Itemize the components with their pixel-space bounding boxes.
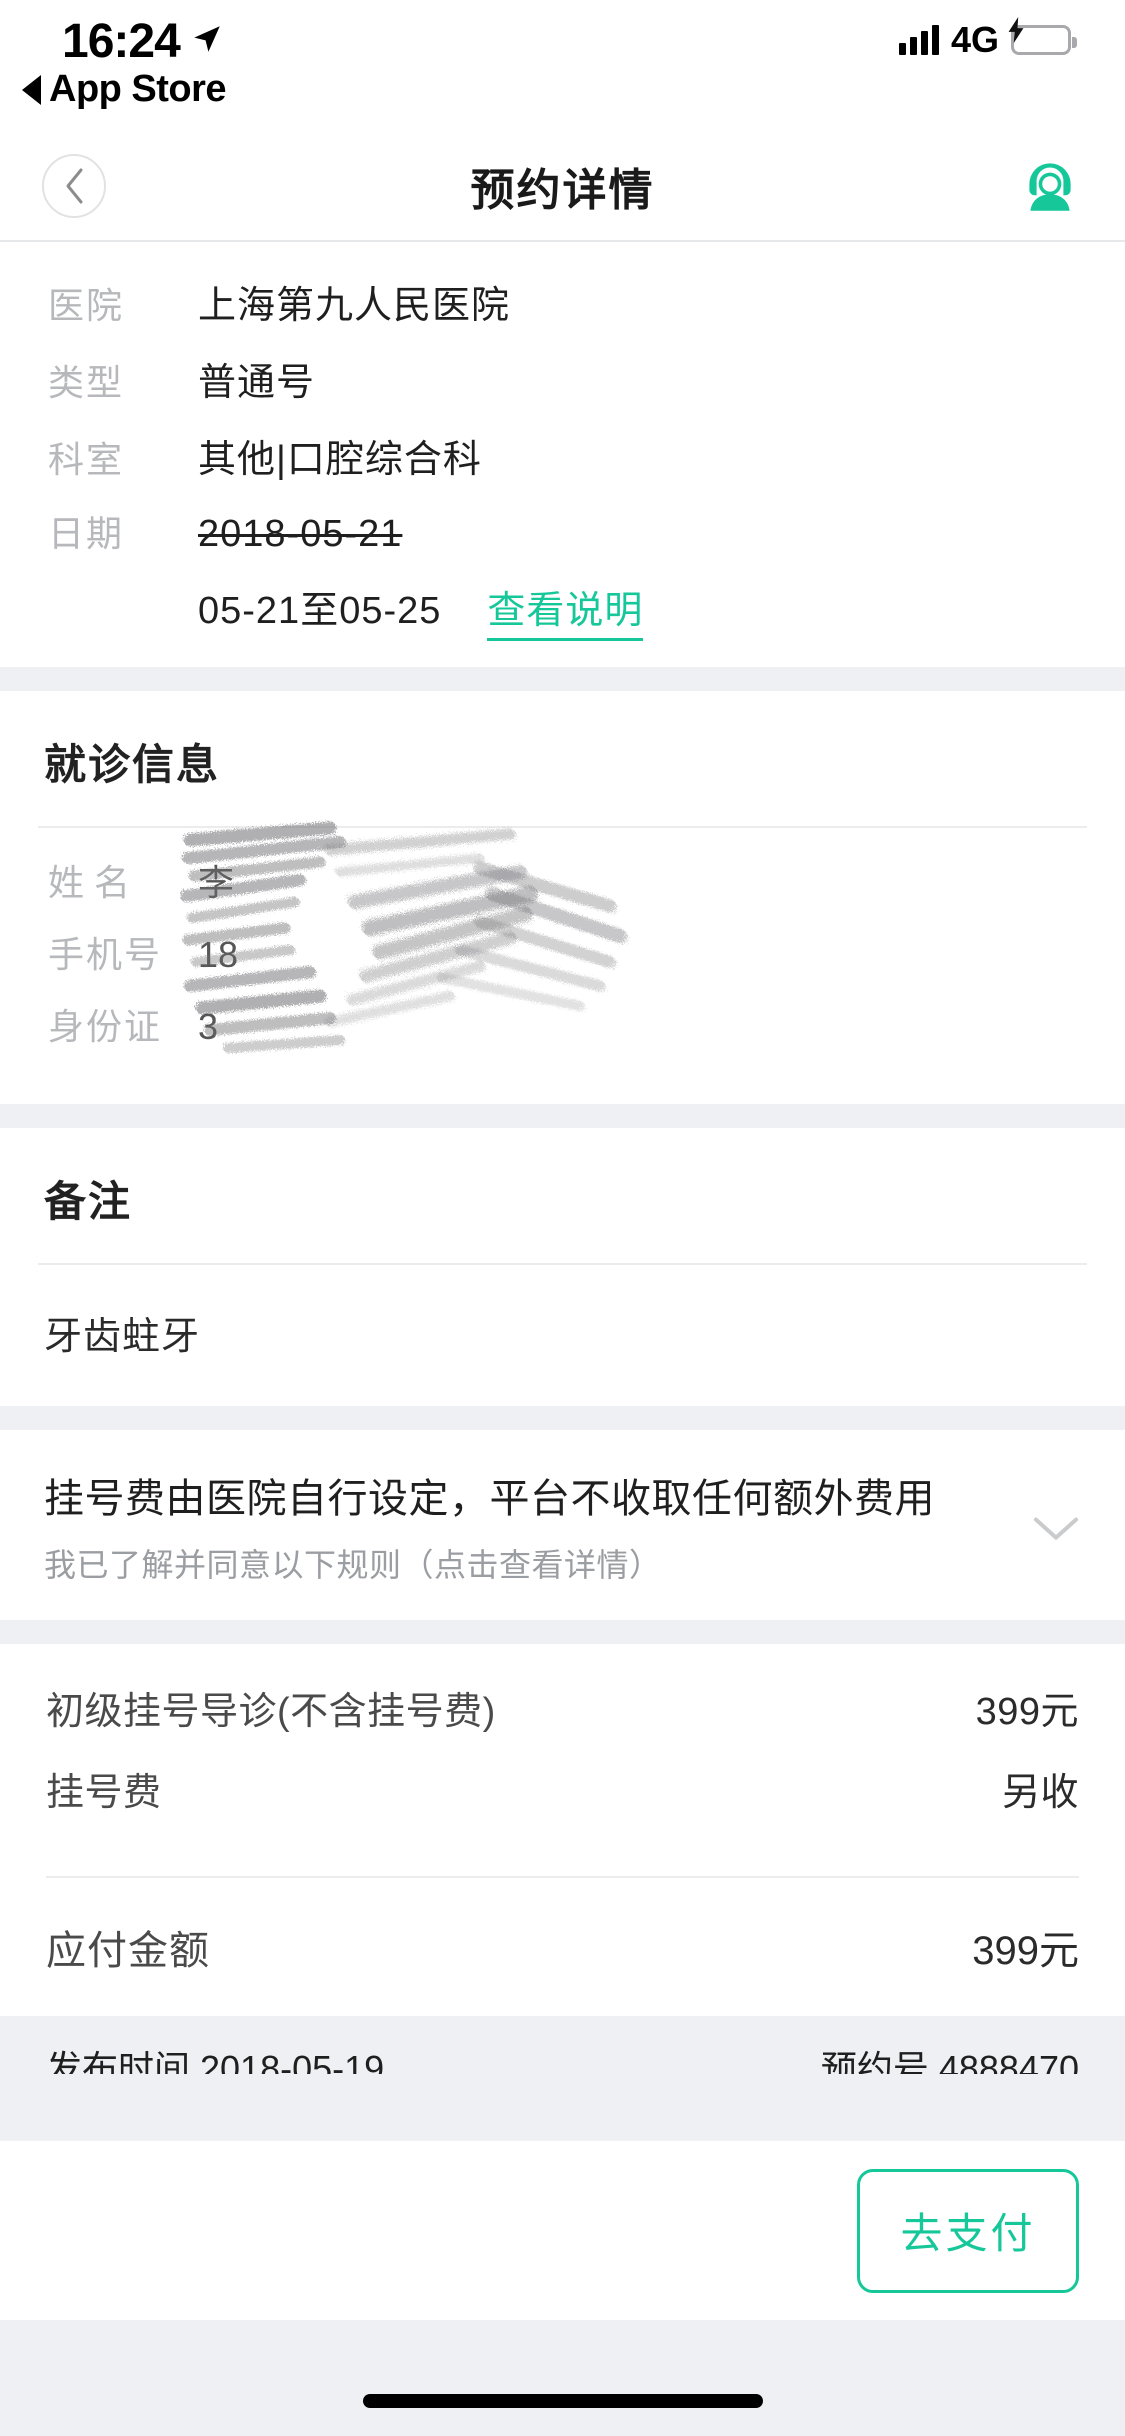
section-gap-3 [0, 1406, 1125, 1430]
total-row: 应付金额 399元 [0, 1878, 1125, 2016]
order-meta-strip: 发布时间 2018-05-19 预约号 4888470 [0, 2016, 1125, 2074]
return-to-app-button[interactable]: App Store [22, 68, 227, 111]
info-row-department: 科室 其他|口腔综合科 [0, 428, 1125, 483]
fee-card: 初级挂号导诊(不含挂号费) 399元 挂号费 另收 应付金额 399元 [0, 1644, 1125, 2016]
info-row-hospital: 医院 上海第九人民医院 [0, 274, 1125, 329]
fee-row-registration: 挂号费 另收 [0, 1761, 1125, 1816]
chevron-down-icon[interactable] [1033, 1516, 1079, 1542]
notice-subtitle: 我已了解并同意以下规则（点击查看详情） [44, 1547, 662, 1583]
bottom-action-bar: 去支付 [0, 2140, 1125, 2320]
visit-info-card: 就诊信息 姓 名 李 手机号 18 身份证 3 [0, 691, 1125, 1104]
label-hospital: 医院 [48, 285, 125, 326]
label-name: 姓 名 [48, 862, 131, 903]
home-indicator-area [0, 2320, 1125, 2436]
scroll-body[interactable]: 医院 上海第九人民医院 类型 普通号 科室 其他|口腔综合科 日期 2018-0… [0, 242, 1125, 2140]
total-value: 399元 [972, 1929, 1079, 1973]
info-row-type: 类型 普通号 [0, 351, 1125, 406]
visit-info-heading: 就诊信息 [44, 741, 221, 788]
chevron-left-icon [66, 168, 83, 204]
network-label: 4G [950, 19, 999, 60]
back-button[interactable] [42, 154, 106, 218]
view-description-link[interactable]: 查看说明 [487, 579, 644, 641]
label-date: 日期 [48, 513, 125, 554]
patient-details: 姓 名 李 手机号 18 身份证 3 [0, 821, 1125, 1104]
value-id-card: 3 [198, 1006, 219, 1047]
order-number: 预约号 4888470 [820, 2048, 1079, 2074]
phone-screen: 16:24 App Store 4G 预约详情 医院 上海第九人民医院 类型 普… [0, 0, 1125, 2436]
patient-row-name: 姓 名 李 [0, 854, 1125, 906]
home-indicator[interactable] [362, 2394, 763, 2408]
remark-text: 牙齿蛀牙 [44, 1316, 201, 1358]
status-time: 16:24 [62, 15, 181, 68]
info-row-date: 日期 2018-05-21 [0, 505, 1125, 557]
label-department: 科室 [48, 439, 125, 480]
value-date-range: 05-21至05-25 [198, 590, 442, 632]
return-app-label: App Store [49, 68, 227, 110]
info-row-date-range: 05-21至05-25 查看说明 [0, 579, 1125, 641]
navigation-bar: 预约详情 [0, 132, 1125, 240]
back-caret-icon [22, 74, 41, 105]
label-phone: 手机号 [48, 934, 163, 975]
section-gap-2 [0, 1104, 1125, 1128]
fee-name-registration: 挂号费 [46, 1772, 162, 1814]
status-right-cluster: 4G [898, 17, 1077, 60]
value-date-struck: 2018-05-21 [198, 513, 403, 555]
value-hospital: 上海第九人民医院 [198, 285, 511, 327]
fee-row-guide: 初级挂号导诊(不含挂号费) 399元 [0, 1680, 1125, 1735]
fee-value-registration: 另收 [1001, 1772, 1079, 1814]
customer-service-avatar-icon[interactable] [1017, 153, 1083, 219]
label-id-card: 身份证 [48, 1006, 163, 1047]
patient-row-id: 身份证 3 [0, 998, 1125, 1050]
remark-heading: 备注 [44, 1178, 133, 1225]
patient-row-phone: 手机号 18 [0, 926, 1125, 978]
label-type: 类型 [48, 362, 125, 403]
value-department: 其他|口腔综合科 [198, 439, 482, 481]
publish-time: 发布时间 2018-05-19 [46, 2048, 385, 2074]
value-name: 李 [198, 862, 235, 903]
battery-charging-icon [1008, 17, 1077, 55]
appointment-card: 医院 上海第九人民医院 类型 普通号 科室 其他|口腔综合科 日期 2018-0… [0, 242, 1125, 667]
bolt-glyph [1008, 17, 1024, 43]
fee-notice[interactable]: 挂号费由医院自行设定，平台不收取任何额外费用 我已了解并同意以下规则（点击查看详… [0, 1430, 1125, 1620]
value-type: 普通号 [198, 362, 316, 404]
section-gap-4 [0, 1620, 1125, 1644]
status-bar: 16:24 App Store 4G [0, 0, 1125, 132]
fee-value-guide: 399元 [975, 1691, 1079, 1733]
page-title: 预约详情 [470, 166, 655, 215]
pay-button[interactable]: 去支付 [857, 2168, 1079, 2293]
total-label: 应付金额 [46, 1929, 210, 1973]
location-arrow-icon [194, 26, 220, 52]
section-gap-1 [0, 667, 1125, 691]
fee-name-guide: 初级挂号导诊(不含挂号费) [46, 1691, 496, 1733]
notice-title: 挂号费由医院自行设定，平台不收取任何额外费用 [44, 1477, 935, 1521]
remark-card: 备注 牙齿蛀牙 [0, 1128, 1125, 1406]
signal-bars-icon [898, 25, 939, 55]
value-phone: 18 [198, 934, 239, 975]
